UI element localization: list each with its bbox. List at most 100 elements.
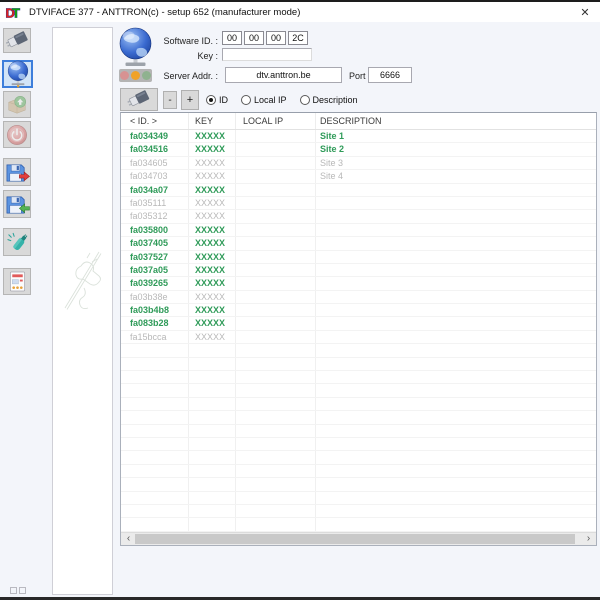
radio-circle-icon[interactable] xyxy=(206,95,216,105)
cell-id: fa034a07 xyxy=(121,183,189,196)
cell-id xyxy=(121,437,189,451)
cell-description: Site 1 xyxy=(320,131,345,141)
table-row[interactable]: fa034605 XXXXX Site 3 xyxy=(121,156,596,171)
table-row[interactable]: fa039265 XXXXX xyxy=(121,277,596,291)
sidebar-button-device-settings[interactable] xyxy=(3,268,31,295)
cell-key xyxy=(189,344,236,357)
usb-plug-icon xyxy=(5,31,28,48)
sidebar-button-usb-connect[interactable] xyxy=(3,28,31,53)
scrollbar-thumb[interactable] xyxy=(135,534,575,544)
table-row[interactable]: fa03b38e XXXXX xyxy=(121,290,596,305)
software-id-byte[interactable]: 2C xyxy=(288,31,308,45)
table-row xyxy=(121,411,596,425)
table-row[interactable]: fa034703 XXXXX Site 4 xyxy=(121,170,596,184)
cell-local-ip xyxy=(236,170,316,183)
small-square xyxy=(10,587,17,594)
software-id-byte[interactable]: 00 xyxy=(222,31,242,45)
cell-local-ip xyxy=(236,290,316,304)
radio-circle-icon[interactable] xyxy=(299,95,310,105)
table-row xyxy=(121,384,596,398)
cell-key: XXXXX xyxy=(189,290,236,304)
software-id-byte[interactable]: 00 xyxy=(244,31,264,45)
table-row[interactable]: fa035111 XXXXX xyxy=(121,196,596,211)
cell-description xyxy=(316,358,596,370)
cell-local-ip xyxy=(236,210,316,223)
radio-circle-icon[interactable] xyxy=(241,95,251,105)
radio-id[interactable]: ID xyxy=(206,95,228,105)
remove-entry-button[interactable]: - xyxy=(163,91,177,109)
table-header: < ID. > KEY LOCAL IP DESCRIPTION xyxy=(121,113,596,130)
cell-key: XXXXX xyxy=(189,330,236,344)
cell-description xyxy=(316,478,596,490)
table-row[interactable]: fa03b4b8 XXXXX xyxy=(121,304,596,318)
key-field[interactable] xyxy=(222,48,312,61)
cell-key: XXXXX xyxy=(189,183,236,196)
sidebar-button-program[interactable] xyxy=(3,228,31,256)
cell-description xyxy=(316,438,596,450)
window-title: DTVIFACE 377 - ANTTRON(c) - setup 652 (m… xyxy=(29,6,301,18)
sidebar-button-load-import[interactable] xyxy=(3,190,31,218)
cell-id: fa039265 xyxy=(121,277,189,290)
connect-button[interactable] xyxy=(120,88,158,111)
cell-local-ip xyxy=(236,344,316,357)
sidebar-button-network[interactable] xyxy=(2,60,33,88)
cell-description xyxy=(316,451,596,463)
table-row[interactable]: fa083b28 XXXXX xyxy=(121,317,596,331)
column-header-description[interactable]: DESCRIPTION xyxy=(316,113,596,129)
floppy-import-icon xyxy=(6,195,30,214)
cell-local-ip xyxy=(236,357,316,371)
sidebar-button-power[interactable] xyxy=(3,121,31,148)
scroll-right-icon[interactable]: › xyxy=(582,533,595,545)
add-entry-button[interactable]: + xyxy=(181,90,199,110)
table-row xyxy=(121,478,596,492)
cell-description xyxy=(316,492,596,504)
side-panel xyxy=(52,27,113,595)
software-id-byte[interactable]: 00 xyxy=(266,31,286,45)
upload-box-icon xyxy=(8,95,27,114)
horizontal-scrollbar[interactable]: ‹ › xyxy=(121,532,596,545)
cell-description xyxy=(316,184,596,196)
cell-key: XXXXX xyxy=(189,304,236,317)
table-row[interactable]: fa034516 XXXXX Site 2 xyxy=(121,143,596,157)
small-square xyxy=(19,587,26,594)
sidebar-button-upload[interactable] xyxy=(3,91,31,118)
table-row[interactable]: fa034a07 XXXXX xyxy=(121,183,596,197)
cell-id xyxy=(121,344,189,357)
cell-description xyxy=(316,384,596,396)
cell-id xyxy=(121,491,189,504)
cell-description xyxy=(316,264,596,276)
radio-description[interactable]: Description xyxy=(299,95,358,105)
software-id-label: Software ID. : xyxy=(163,36,218,46)
cell-local-ip xyxy=(236,518,316,531)
column-header-id[interactable]: < ID. > xyxy=(121,113,189,129)
usb-plug-icon xyxy=(127,90,150,107)
cell-key xyxy=(189,518,236,531)
table-row[interactable]: fa034349 XXXXX Site 1 xyxy=(121,130,596,144)
software-id-boxes: 00 00 00 2C xyxy=(222,31,308,45)
server-address-field[interactable]: dtv.anttron.be xyxy=(225,67,342,83)
table-row[interactable]: fa037a05 XXXXX xyxy=(121,263,596,278)
table-row[interactable]: fa15bcca XXXXX xyxy=(121,330,596,345)
column-header-local-ip[interactable]: LOCAL IP xyxy=(236,113,316,129)
radio-local-ip[interactable]: Local IP xyxy=(241,95,287,105)
cell-key: XXXXX xyxy=(189,250,236,263)
column-header-key[interactable]: KEY xyxy=(189,113,236,129)
close-button[interactable]: ✕ xyxy=(576,5,594,21)
cell-key xyxy=(189,478,236,491)
table-row[interactable]: fa035800 XXXXX xyxy=(121,223,596,238)
cell-description: Site 4 xyxy=(320,171,344,182)
cell-local-ip xyxy=(236,143,316,156)
table-row xyxy=(121,451,596,465)
scroll-left-icon[interactable]: ‹ xyxy=(122,533,135,545)
cell-description xyxy=(316,304,596,316)
table-row[interactable]: fa035312 XXXXX xyxy=(121,210,596,224)
table-row[interactable]: fa037527 XXXXX xyxy=(121,250,596,264)
table-row xyxy=(121,464,596,479)
cell-id: fa037a05 xyxy=(121,263,189,277)
sidebar-button-save-export[interactable] xyxy=(3,158,31,186)
cell-id: fa03b4b8 xyxy=(121,304,189,317)
cell-key xyxy=(189,424,236,437)
port-field[interactable]: 6666 xyxy=(368,67,412,83)
cell-description xyxy=(316,210,596,222)
table-row[interactable]: fa037405 XXXXX xyxy=(121,237,596,251)
